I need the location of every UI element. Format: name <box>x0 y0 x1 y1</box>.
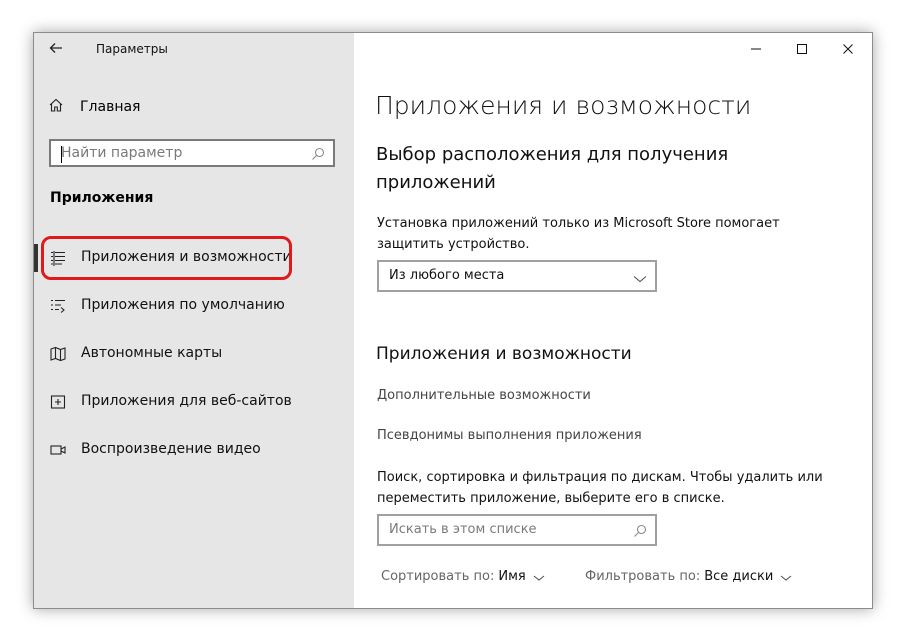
list-search-placeholder: Искать в этом списке <box>389 522 537 537</box>
chevron-down-icon <box>633 270 647 283</box>
chevron-down-icon <box>533 572 545 582</box>
page-title: Приложения и возможности <box>375 91 752 120</box>
dropdown-value: Из любого места <box>389 268 505 283</box>
search-placeholder: Найти параметр <box>61 145 183 161</box>
video-icon <box>50 442 66 458</box>
settings-search-input[interactable]: Найти параметр <box>49 139 335 167</box>
highlight-annotation <box>41 236 292 280</box>
sidebar: Параметры Главная Найти параметр Приложе… <box>34 33 354 608</box>
web-app-icon <box>50 394 66 410</box>
main-content: Приложения и возможности Выбор расположе… <box>354 33 872 608</box>
settings-window: Параметры Главная Найти параметр Приложе… <box>33 32 873 609</box>
app-list-search-input[interactable]: Искать в этом списке <box>377 514 657 546</box>
sidebar-item-label: Автономные карты <box>81 345 223 361</box>
sidebar-item-label: Воспроизведение видео <box>81 441 261 457</box>
home-label: Главная <box>80 99 141 115</box>
map-icon <box>50 346 66 362</box>
close-icon[interactable] <box>825 33 871 65</box>
apps-description: Поиск, сортировка и фильтрация по дискам… <box>377 470 823 506</box>
section-title: Приложения <box>50 190 154 206</box>
sidebar-item-default-apps[interactable]: Приложения по умолчанию <box>34 286 354 326</box>
default-apps-icon <box>50 298 66 314</box>
sort-dropdown[interactable]: Сортировать по: Имя <box>381 569 545 584</box>
search-icon <box>311 146 325 160</box>
filter-label: Фильтровать по: <box>585 569 701 584</box>
sort-value: Имя <box>498 569 526 584</box>
sidebar-item-label: Приложения для веб-сайтов <box>81 393 292 409</box>
app-execution-aliases-link[interactable]: Псевдонимы выполнения приложения <box>377 428 642 443</box>
window-title: Параметры <box>96 42 168 56</box>
sidebar-item-offline-maps[interactable]: Автономные карты <box>34 334 354 374</box>
apps-features-heading: Приложения и возможности <box>376 344 632 364</box>
optional-features-link[interactable]: Дополнительные возможности <box>377 388 591 403</box>
minimize-icon[interactable] <box>733 33 779 65</box>
filter-value: Все диски <box>704 569 774 584</box>
sidebar-item-label: Приложения по умолчанию <box>81 297 285 313</box>
maximize-icon[interactable] <box>779 33 825 65</box>
active-indicator <box>34 244 38 272</box>
back-arrow-icon[interactable] <box>49 39 71 61</box>
location-heading: Выбор расположения для получения приложе… <box>376 144 729 193</box>
install-location-dropdown[interactable]: Из любого места <box>377 260 657 292</box>
filter-dropdown[interactable]: Фильтровать по: Все диски <box>585 569 792 584</box>
location-description: Установка приложений только из Microsoft… <box>377 216 780 252</box>
sidebar-item-web-apps[interactable]: Приложения для веб-сайтов <box>34 382 354 422</box>
chevron-down-icon <box>780 572 792 582</box>
sort-label: Сортировать по: <box>381 569 495 584</box>
home-icon <box>48 97 68 117</box>
home-nav-item[interactable]: Главная <box>48 95 140 119</box>
sidebar-item-video-playback[interactable]: Воспроизведение видео <box>34 430 354 470</box>
search-icon <box>633 523 647 537</box>
